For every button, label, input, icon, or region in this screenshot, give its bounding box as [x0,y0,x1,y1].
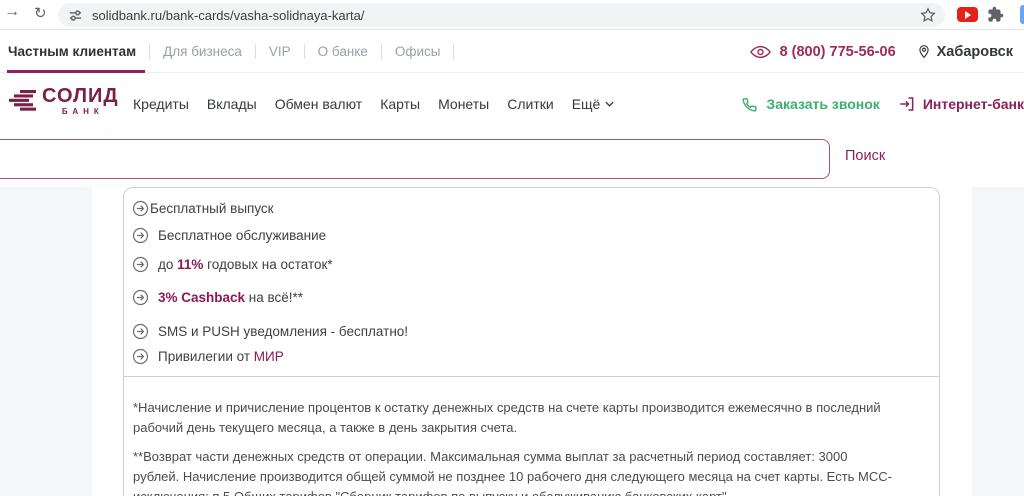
benefit-text: Бесплатный выпуск [150,201,274,216]
nav-deposits[interactable]: Вклады [207,96,257,112]
tab-private-clients[interactable]: Частным клиентам [7,31,149,72]
mir-link[interactable]: МИР [254,349,284,364]
internet-bank-link[interactable]: Интернет-банк [898,95,1024,113]
nav-more-label: Ещё [572,96,601,112]
nav-currency-exchange[interactable]: Обмен валют [275,96,362,112]
tab-about-bank[interactable]: О банке [305,31,381,72]
search-button[interactable]: Поиск [845,148,885,164]
phone-handset-icon [741,96,758,113]
card-benefits-panel: Бесплатный выпуск Бесплатное обслуживани… [123,187,940,377]
internet-bank-label: Интернет-банк [923,96,1024,112]
left-margin-strip [0,187,92,496]
benefit-text: до 11% годовых на остаток* [158,257,333,272]
search-input[interactable] [0,139,830,179]
logo-title: СОЛИД [42,86,119,106]
benefit-item-mir-privileges: Привилегии от МИР [132,348,939,365]
nav-coins[interactable]: Монеты [438,96,489,112]
url-text[interactable]: solidbank.ru/bank-cards/vasha-solidnaya-… [92,8,364,23]
reload-button[interactable]: ↻ [34,4,47,22]
nav-bullion[interactable]: Слитки [507,96,553,112]
arrow-circle-icon [132,348,149,365]
benefit-text: SMS и PUSH уведомления - бесплатно! [158,324,408,339]
forward-button[interactable]: → [4,3,20,21]
site-settings-icon[interactable] [68,8,83,23]
extensions-puzzle-icon[interactable] [987,6,1004,28]
tab-business[interactable]: Для бизнеса [150,31,255,72]
utility-nav: Частным клиентам Для бизнеса VIP О банке… [0,31,1024,73]
url-bar[interactable]: solidbank.ru/bank-cards/vasha-solidnaya-… [58,3,945,27]
divider [453,44,454,59]
login-arrow-icon [898,95,916,113]
main-nav: Кредиты Вклады Обмен валют Карты Монеты … [133,73,614,135]
tab-offices[interactable]: Офисы [382,31,454,72]
benefit-item-interest-on-balance: до 11% годовых на остаток* [132,256,939,273]
benefit-item-free-service: Бесплатное обслуживание [132,227,939,244]
benefit-text: Привилегии от МИР [158,349,284,364]
bookmark-star-icon[interactable] [920,7,936,23]
arrow-circle-icon [132,200,149,217]
tab-vip[interactable]: VIP [256,31,304,72]
location-pin-icon [917,43,931,60]
page: → ↻ solidbank.ru/bank-cards/vasha-solidn… [0,0,1024,496]
city-selector[interactable]: Хабаровск [917,43,1015,60]
search-section: Поиск [0,135,1024,187]
phone-number-link[interactable]: 8 (800) 775-56-06 [780,44,896,60]
nav-credits[interactable]: Кредиты [133,96,189,112]
page-content: Бесплатный выпуск Бесплатное обслуживани… [0,187,1024,496]
tab-label: Частным клиентам [8,44,136,59]
youtube-extension-icon[interactable] [957,7,978,22]
disclaimer-paragraph-1: *Начисление и причисление процентов к ос… [133,398,897,438]
logo-mark-icon [8,88,38,114]
benefit-text: 3% Cashback на всё!** [158,290,303,305]
order-call-label: Заказать звонок [766,96,879,112]
benefits-list: Бесплатный выпуск Бесплатное обслуживани… [124,188,939,365]
chevron-down-icon [605,101,614,107]
card-disclaimer-panel: *Начисление и причисление процентов к ос… [123,377,940,496]
profile-avatar[interactable] [1020,5,1024,24]
benefit-item-notifications: SMS и PUSH уведомления - бесплатно! [132,323,939,340]
right-margin-strip [972,187,1024,496]
arrow-circle-icon [132,289,149,306]
disclaimer-paragraph-2: **Возврат части денежных средств от опер… [133,447,897,496]
benefit-item-cashback: 3% Cashback на всё!** [132,289,939,306]
nav-cards[interactable]: Карты [380,96,420,112]
arrow-circle-icon [132,323,149,340]
benefit-item-free-issue: Бесплатный выпуск [132,200,939,217]
site-header: СОЛИД БАНК Кредиты Вклады Обмен валют Ка… [0,73,1024,135]
browser-toolbar: → ↻ solidbank.ru/bank-cards/vasha-solidn… [0,0,1024,30]
logo-subtitle: БАНК [62,107,104,116]
arrow-circle-icon [132,256,149,273]
arrow-circle-icon [132,227,149,244]
benefit-text: Бесплатное обслуживание [158,228,326,243]
nav-more[interactable]: Ещё [572,96,615,112]
order-call-link[interactable]: Заказать звонок [741,96,879,113]
bank-logo[interactable]: СОЛИД БАНК [8,86,119,116]
city-label: Хабаровск [937,44,1013,60]
accessibility-eye-icon[interactable] [750,45,771,59]
